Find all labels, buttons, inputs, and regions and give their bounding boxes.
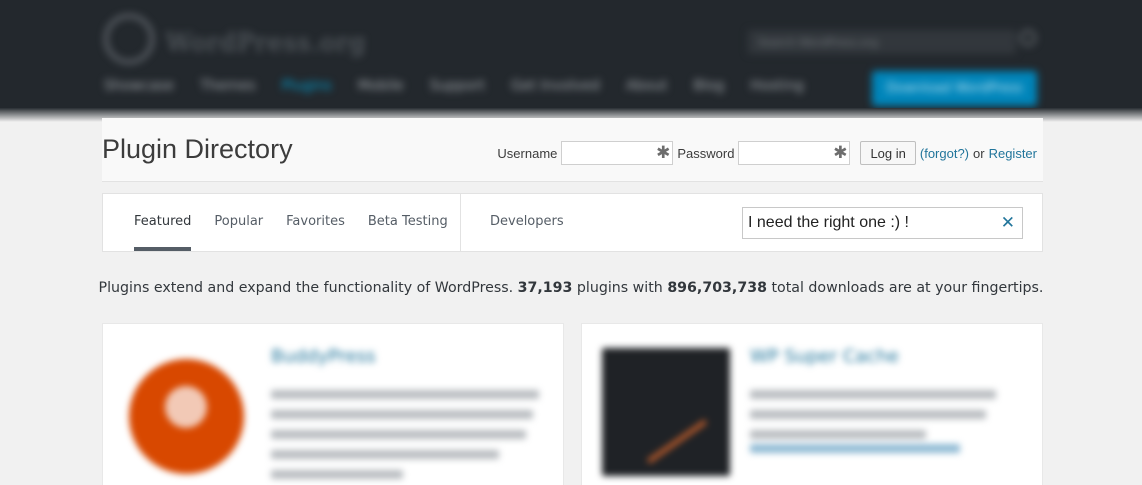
plugin-tabs: Featured Popular Favorites Beta Testing [134,194,471,251]
plugin-card-description-line [271,430,526,439]
tabs-divider [460,194,461,251]
plugin-card-description-line [750,390,996,399]
nav-item-blog[interactable]: Blog [693,78,724,102]
required-asterisk-icon: ✱ [833,143,848,162]
plugin-card-description-line [750,410,986,419]
login-form: Username ✱ Password ✱ Log in (forgot?) o… [497,141,1037,165]
username-label: Username [497,145,558,161]
tab-featured[interactable]: Featured [134,194,192,251]
plugin-logo-figure [165,386,207,428]
site-logo-wordmark[interactable]: WordPress.org [166,28,366,57]
download-wordpress-button[interactable]: Download WordPress [872,71,1037,106]
close-icon[interactable]: ✕ [1001,213,1015,233]
register-link[interactable]: Register [989,146,1037,161]
nav-item-mobile[interactable]: Mobile [358,78,404,102]
plugin-card-author-link[interactable] [750,444,960,453]
blurred-card-content: WP Super Cache [582,324,1042,485]
plugin-card-title[interactable]: BuddyPress [271,346,376,367]
site-nav: Showcase Themes Plugins Mobile Support G… [104,78,804,102]
download-count: 896,703,738 [667,280,767,296]
page-title: Plugin Directory [102,134,293,164]
plugin-directory-header: Plugin Directory Username ✱ Password ✱ L… [102,118,1043,182]
password-field[interactable]: ✱ [738,141,851,165]
plugin-count: 37,193 [517,280,573,296]
site-header: WordPress.org Search WordPress.org Showc… [0,0,1142,120]
plugin-card[interactable]: WP Super Cache [581,323,1043,485]
plugin-search-value: I need the right one :) ! [748,214,909,231]
plugin-card-description-line [271,390,539,399]
nav-item-themes[interactable]: Themes [200,78,256,102]
username-field[interactable]: ✱ [561,141,674,165]
plugin-card-title[interactable]: WP Super Cache [750,346,899,367]
directory-intro: Plugins extend and expand the functional… [0,280,1142,296]
nav-item-get-involved[interactable]: Get Involved [511,78,600,102]
tab-popular[interactable]: Popular [214,194,263,251]
plugin-card-description-line [271,410,533,419]
blurred-header-content: WordPress.org Search WordPress.org Showc… [0,0,1142,120]
plugin-search-input[interactable]: I need the right one :) ! ✕ [742,207,1023,239]
site-search-placeholder: Search WordPress.org [758,36,879,49]
plugin-card-description-line [271,450,499,459]
wordpress-logo-icon[interactable] [104,14,154,64]
password-label: Password [677,145,735,161]
nav-item-showcase[interactable]: Showcase [104,78,174,102]
plugin-thumbnail-icon[interactable] [602,348,730,476]
nav-item-support[interactable]: Support [430,78,485,102]
nav-item-plugins[interactable]: Plugins [282,78,332,102]
plugin-card-description-line [271,470,403,479]
required-asterisk-icon: ✱ [656,143,671,162]
tab-beta-testing[interactable]: Beta Testing [368,194,448,251]
or-text: or [973,145,985,161]
plugin-tabs-bar: Featured Popular Favorites Beta Testing … [102,193,1043,252]
plugin-card[interactable]: BuddyPress [102,323,564,485]
search-icon[interactable] [1020,30,1036,46]
forgot-password-link[interactable]: (forgot?) [920,146,969,161]
blurred-card-content: BuddyPress [103,324,563,485]
nav-item-about[interactable]: About [626,78,667,102]
intro-middle: plugins with [576,280,663,296]
intro-prefix: Plugins extend and expand the functional… [98,280,514,296]
plugin-card-description-line [750,430,926,439]
nav-item-hosting[interactable]: Hosting [750,78,804,102]
login-button[interactable]: Log in [860,141,916,165]
tab-developers[interactable]: Developers [490,214,564,229]
tab-favorites[interactable]: Favorites [286,194,345,251]
intro-suffix: total downloads are at your fingertips. [771,280,1044,296]
